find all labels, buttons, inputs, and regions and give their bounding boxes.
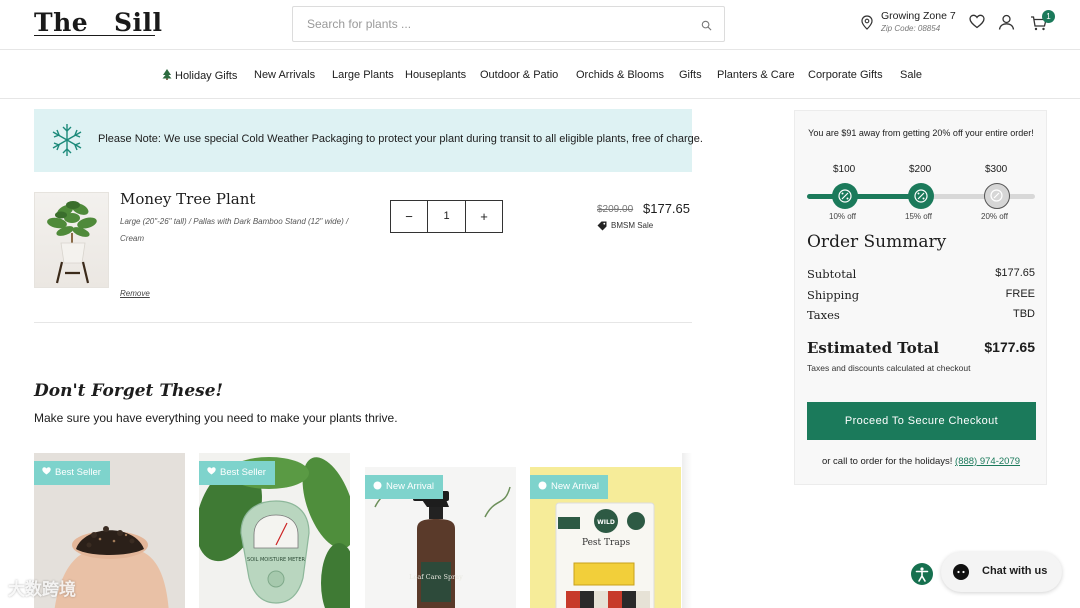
badge-new-arrival: New Arrival bbox=[365, 475, 444, 499]
nav-item-houseplants[interactable]: Houseplants bbox=[405, 69, 466, 81]
progress-fill bbox=[807, 194, 921, 199]
accessibility-icon[interactable] bbox=[911, 563, 933, 585]
original-price: $209.00 bbox=[597, 204, 634, 215]
circle-icon bbox=[538, 481, 547, 490]
tier-off-20: 20% off bbox=[981, 212, 1008, 221]
product-card-pest-traps[interactable]: WILD Pest Traps New Arrival bbox=[530, 467, 681, 608]
nav-item-corporate-gifts[interactable]: Corporate Gifts bbox=[808, 69, 883, 81]
tier-off-15: 15% off bbox=[905, 212, 932, 221]
snowflake-icon bbox=[50, 123, 84, 162]
qty-value[interactable]: 1 bbox=[427, 201, 466, 232]
call-to-order: or call to order for the holidays! (888)… bbox=[821, 456, 1021, 467]
section-subtitle: Make sure you have everything you need t… bbox=[34, 411, 398, 425]
account-icon[interactable] bbox=[998, 14, 1015, 35]
sale-price: $177.65 bbox=[643, 201, 690, 216]
nav-item-orchids-blooms[interactable]: Orchids & Blooms bbox=[576, 69, 664, 81]
product-card-moisture-meter[interactable]: SOIL MOISTURE METER Best Seller bbox=[199, 453, 350, 608]
nav-item-planters-care[interactable]: Planters & Care bbox=[717, 69, 795, 81]
estimated-total-note: Taxes and discounts calculated at checko… bbox=[807, 363, 971, 373]
spray-label: Leaf Care Spray bbox=[409, 573, 463, 581]
nav-item-holiday-gifts[interactable]: Holiday Gifts bbox=[162, 69, 237, 82]
chat-icon bbox=[953, 564, 969, 580]
chat-button[interactable]: Chat with us bbox=[941, 552, 1062, 592]
product-title[interactable]: Money Tree Plant bbox=[120, 190, 255, 208]
qty-decrease-button[interactable]: − bbox=[391, 201, 427, 232]
nav-item-large-plants[interactable]: Large Plants bbox=[332, 69, 394, 81]
sale-tag: BMSM Sale bbox=[597, 221, 653, 231]
heart-icon[interactable] bbox=[969, 14, 985, 34]
tag-icon bbox=[597, 221, 607, 231]
search-bar bbox=[292, 6, 725, 42]
product-variant: Large (20"-26" tall) / Pallas with Dark … bbox=[120, 217, 349, 243]
location-pin-icon bbox=[861, 15, 873, 35]
product-thumbnail[interactable] bbox=[34, 192, 109, 288]
qty-increase-button[interactable]: + bbox=[466, 201, 502, 232]
promo-message: You are $91 away from getting 20% off yo… bbox=[808, 128, 1034, 138]
zone-title: Growing Zone 7 bbox=[881, 10, 956, 22]
cold-weather-notice: Please Note: We use special Cold Weather… bbox=[34, 109, 703, 172]
badge-best-seller: Best Seller bbox=[34, 461, 110, 485]
main-nav: Holiday Gifts New Arrivals Large Plants … bbox=[0, 51, 1080, 99]
wild-logo-text: WILD bbox=[597, 519, 615, 526]
tier-amount-300: $300 bbox=[985, 164, 1008, 175]
nav-item-sale[interactable]: Sale bbox=[900, 69, 922, 81]
logo-underline bbox=[34, 35, 155, 36]
tree-icon bbox=[162, 69, 172, 80]
search-icon[interactable] bbox=[701, 18, 712, 36]
heart-icon bbox=[42, 467, 51, 475]
site-header: TheSill Growing Zone 7 Zip Code: 08854 1 bbox=[0, 0, 1080, 50]
traps-label: Pest Traps bbox=[582, 538, 631, 548]
nav-item-outdoor-patio[interactable]: Outdoor & Patio bbox=[480, 69, 558, 81]
circle-icon bbox=[373, 481, 382, 490]
nav-item-new-arrivals[interactable]: New Arrivals bbox=[254, 69, 315, 81]
heart-icon bbox=[207, 467, 216, 475]
chat-label: Chat with us bbox=[982, 565, 1048, 577]
tier-reached-icon bbox=[908, 183, 934, 209]
product-card-leaf-spray[interactable]: Leaf Care Spray New Arrival bbox=[365, 467, 516, 608]
tier-amount-100: $100 bbox=[833, 164, 856, 175]
order-summary-panel: You are $91 away from getting 20% off yo… bbox=[794, 110, 1047, 485]
tier-amount-200: $200 bbox=[909, 164, 932, 175]
cart-count-badge: 1 bbox=[1042, 10, 1055, 23]
tier-off-10: 10% off bbox=[829, 212, 856, 221]
quantity-stepper: − 1 + bbox=[390, 200, 503, 233]
site-logo[interactable]: The Sill bbox=[34, 8, 163, 37]
section-title: Don't Forget These! bbox=[34, 381, 224, 401]
zone-zip: Zip Code: 08854 bbox=[881, 24, 941, 33]
tier-locked-icon bbox=[984, 183, 1010, 209]
divider bbox=[34, 322, 692, 323]
remove-item-link[interactable]: Remove bbox=[120, 289, 150, 298]
badge-best-seller: Best Seller bbox=[199, 461, 275, 485]
meter-label: SOIL MOISTURE METER bbox=[247, 557, 305, 563]
nav-item-gifts[interactable]: Gifts bbox=[679, 69, 702, 81]
carousel-edge bbox=[682, 453, 692, 608]
watermark: 大数跨境 bbox=[8, 580, 76, 599]
order-summary-title: Order Summary bbox=[807, 232, 947, 252]
search-input[interactable] bbox=[293, 7, 673, 41]
tier-reached-icon bbox=[832, 183, 858, 209]
notice-text: Please Note: We use special Cold Weather… bbox=[98, 133, 703, 145]
phone-link[interactable]: (888) 974-2079 bbox=[955, 456, 1020, 467]
badge-new-arrival: New Arrival bbox=[530, 475, 609, 499]
checkout-button[interactable]: Proceed To Secure Checkout bbox=[807, 402, 1036, 440]
